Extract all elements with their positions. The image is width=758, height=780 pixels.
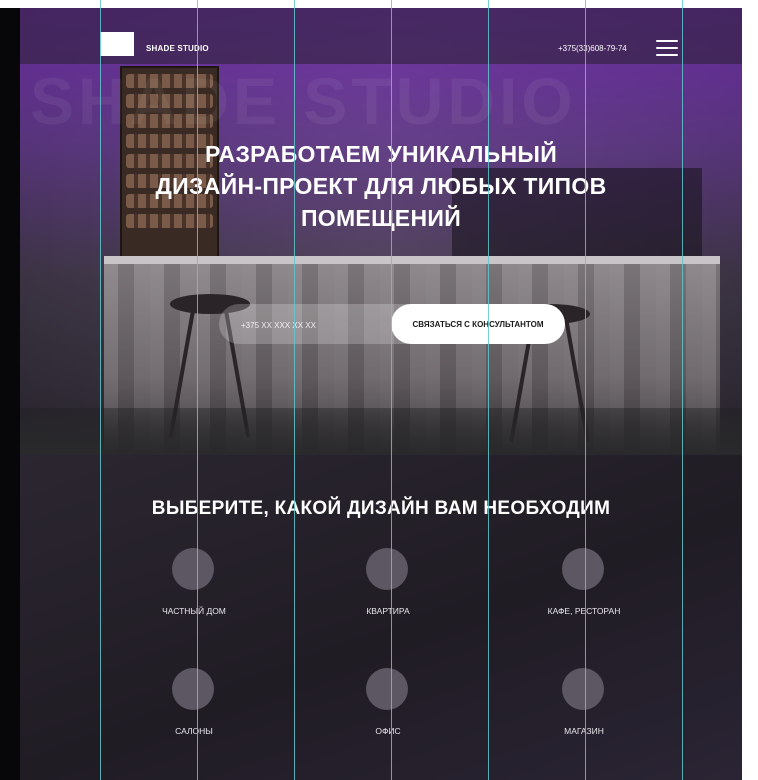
- hamburger-menu-icon[interactable]: [656, 40, 678, 56]
- design-type-card[interactable]: Частный дом: [104, 548, 284, 658]
- hero-watermark: SHADE STUDIO: [30, 64, 577, 138]
- design-type-card[interactable]: Салоны: [104, 668, 284, 778]
- floor-image: [20, 408, 742, 455]
- hero-title-line: Разработаем уникальный: [204, 141, 558, 167]
- grid-guide-line: [294, 0, 295, 780]
- design-type-card[interactable]: Кафе, ресторан: [494, 548, 674, 658]
- grid-guide-line: [100, 0, 101, 780]
- design-type-icon: [366, 548, 408, 590]
- site-header: SHADE STUDIO +375(33)608-79-74: [20, 8, 742, 64]
- grid-guide-line: [488, 0, 489, 780]
- left-edge-bar: [0, 8, 20, 780]
- phone-input[interactable]: [219, 304, 411, 346]
- grid-guide-line: [197, 0, 198, 780]
- grid-guide-line: [585, 0, 586, 780]
- contact-consultant-button[interactable]: Связаться с консультантом: [391, 304, 565, 344]
- grid-guide-line: [682, 0, 683, 780]
- logo[interactable]: [100, 32, 134, 56]
- section-title: Выберите, какой дизайн вам необходим: [151, 498, 611, 519]
- design-type-icon: [562, 668, 604, 710]
- page-frame: SHADE STUDIO SHADE STUDIO +375(33)608-79…: [0, 8, 742, 780]
- design-type-label: Магазин: [564, 726, 604, 736]
- callback-form: Связаться с консультантом: [219, 304, 565, 346]
- design-type-label: Салоны: [175, 726, 213, 736]
- design-type-label: Офис: [375, 726, 401, 736]
- header-phone[interactable]: +375(33)608-79-74: [558, 44, 627, 53]
- design-type-icon: [172, 668, 214, 710]
- hero-title-line: помещений: [300, 205, 462, 231]
- design-type-card[interactable]: Квартира: [298, 548, 478, 658]
- hero-title-line: дизайн-проект для любых типов: [155, 173, 607, 199]
- design-type-icon: [366, 668, 408, 710]
- design-type-label: Частный дом: [162, 606, 226, 616]
- grid-guide-line: [391, 0, 392, 780]
- hero-title: Разработаем уникальный дизайн-проект для…: [20, 138, 742, 234]
- design-type-icon: [562, 548, 604, 590]
- design-type-label: Кафе, ресторан: [547, 606, 621, 616]
- design-type-card[interactable]: Офис: [298, 668, 478, 778]
- design-type-icon: [172, 548, 214, 590]
- design-type-card[interactable]: Магазин: [494, 668, 674, 778]
- brand-name[interactable]: SHADE STUDIO: [146, 44, 209, 53]
- design-type-label: Квартира: [366, 606, 410, 616]
